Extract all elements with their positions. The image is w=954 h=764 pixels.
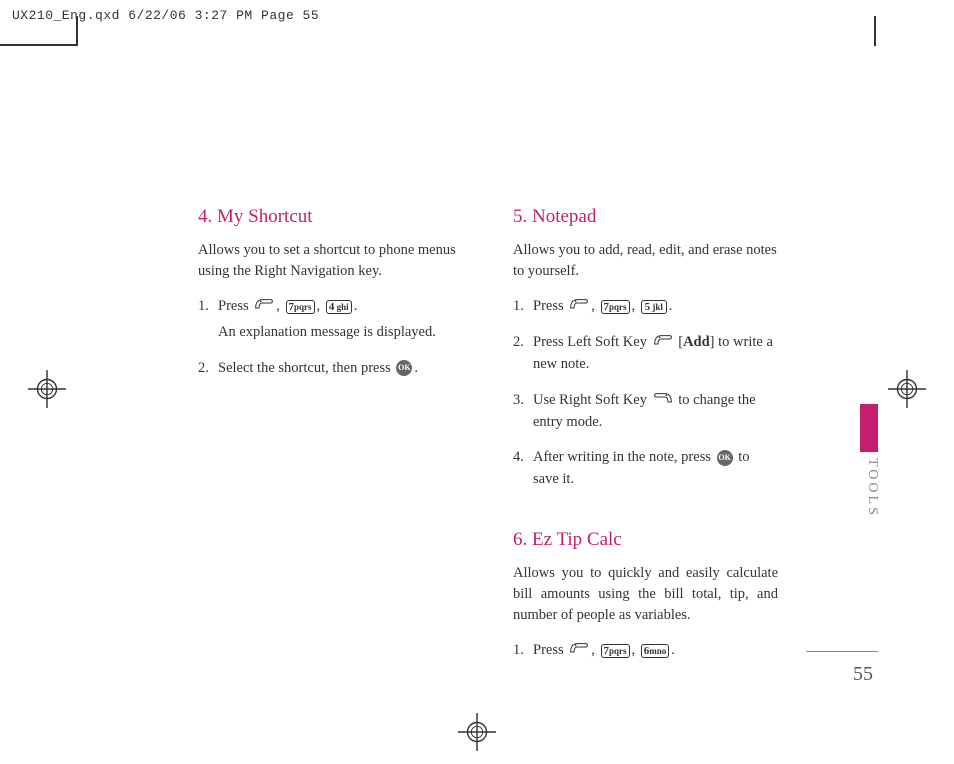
step-item: 1. Press , 77pqrspqrs, 4 ghi. An explana…	[198, 296, 463, 344]
left-softkey-icon	[254, 296, 274, 318]
page-number: 55	[853, 663, 873, 686]
step-item: 2. Select the shortcut, then press OK.	[198, 358, 463, 380]
step-item: 3. Use Right Soft Key to change the entr…	[513, 390, 778, 434]
section-heading-ez-tip-calc: 6. Ez Tip Calc	[513, 529, 778, 551]
right-softkey-icon	[653, 390, 673, 412]
section-desc: Allows you to set a shortcut to phone me…	[198, 240, 463, 282]
key-4-icon: 4 ghi	[326, 300, 352, 314]
key-7-icon: 7pqrs	[601, 644, 630, 658]
document-header: UX210_Eng.qxd 6/22/06 3:27 PM Page 55	[0, 0, 954, 31]
content-columns: 4. My Shortcut Allows you to set a short…	[198, 206, 778, 676]
side-tab-marker	[860, 404, 878, 452]
left-column: 4. My Shortcut Allows you to set a short…	[198, 206, 463, 676]
ok-button-icon: OK	[717, 450, 733, 466]
page-body: 4. My Shortcut Allows you to set a short…	[78, 46, 878, 734]
steps-list: 1. Press , 77pqrspqrs, 4 ghi. An explana…	[198, 296, 463, 379]
section-desc: Allows you to quickly and easily calcula…	[513, 563, 778, 626]
step-subtext: An explanation message is displayed.	[218, 322, 463, 344]
key-7-icon: 7pqrs	[601, 300, 630, 314]
crop-mark	[0, 44, 76, 46]
left-softkey-icon	[569, 640, 589, 662]
key-7-icon: 77pqrspqrs	[286, 300, 315, 314]
page-number-rule	[806, 651, 878, 652]
section-heading-notepad: 5. Notepad	[513, 206, 778, 228]
steps-list: 1. Press , 7pqrs, 5 jkl. 2. Press Left S…	[513, 296, 778, 491]
section-desc: Allows you to add, read, edit, and erase…	[513, 240, 778, 282]
step-item: 1. Press , 7pqrs, 5 jkl.	[513, 296, 778, 318]
ok-button-icon: OK	[396, 360, 412, 376]
crop-mark	[76, 16, 78, 46]
section-heading-my-shortcut: 4. My Shortcut	[198, 206, 463, 228]
steps-list: 1. Press , 7pqrs, 6mno.	[513, 640, 778, 662]
registration-mark-icon	[888, 370, 926, 413]
left-softkey-icon	[653, 332, 673, 354]
registration-mark-icon	[28, 370, 66, 413]
crop-mark	[874, 16, 876, 46]
key-5-icon: 5 jkl	[641, 300, 667, 314]
side-section-label: TOOLS	[864, 458, 880, 518]
step-item: 1. Press , 7pqrs, 6mno.	[513, 640, 778, 662]
left-softkey-icon	[569, 296, 589, 318]
key-6-icon: 6mno	[641, 644, 670, 658]
step-item: 4. After writing in the note, press OK t…	[513, 447, 778, 491]
right-column: 5. Notepad Allows you to add, read, edit…	[513, 206, 778, 676]
section-ez-tip-calc: 6. Ez Tip Calc Allows you to quickly and…	[513, 529, 778, 662]
step-item: 2. Press Left Soft Key [Add] to write a …	[513, 332, 778, 376]
